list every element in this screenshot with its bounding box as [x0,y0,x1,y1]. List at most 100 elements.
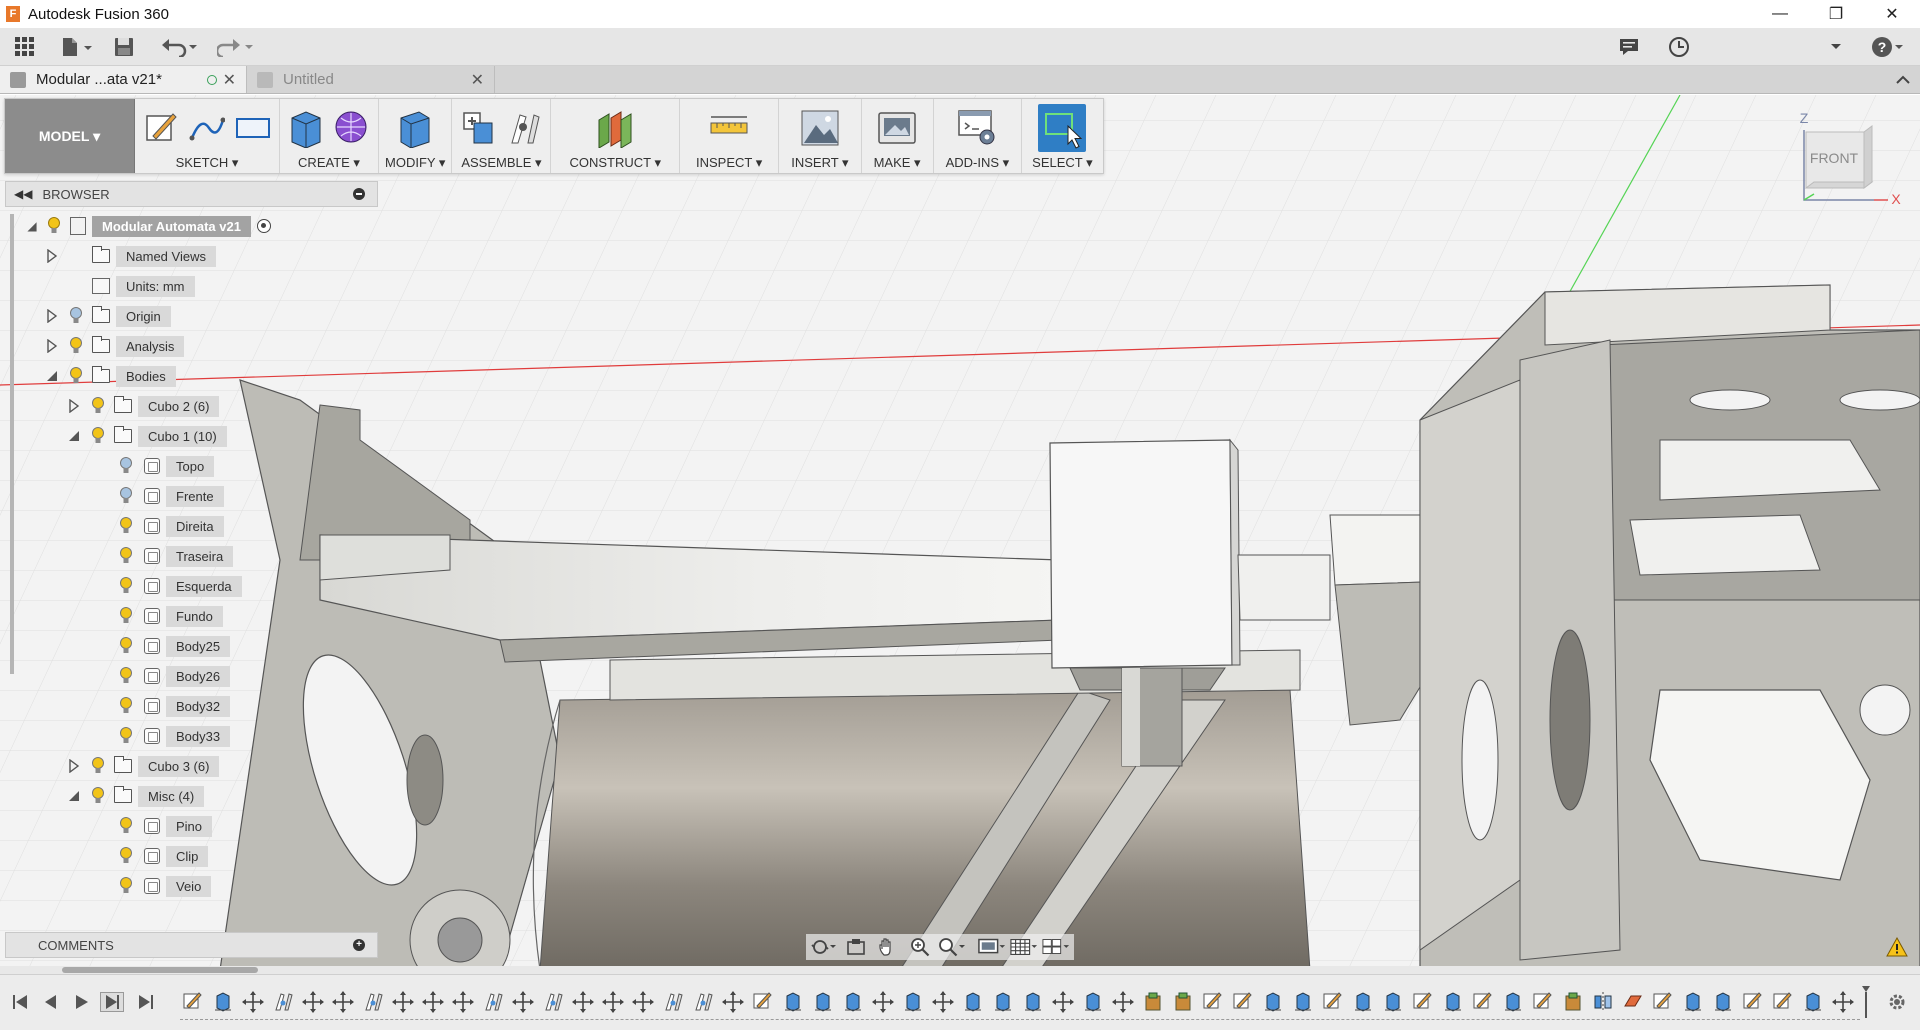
timeline-joint-icon[interactable] [660,990,686,1014]
timeline-move-icon[interactable] [570,990,596,1014]
timeline-move-icon[interactable] [600,990,626,1014]
redo-icon[interactable] [208,32,264,62]
timeline-move-icon[interactable] [630,990,656,1014]
visibility-bulb-icon[interactable] [118,607,134,625]
tree-item[interactable]: Body26 [94,664,231,688]
browser-panel-header[interactable]: ◀◀ BROWSER [5,181,378,207]
assemble-group[interactable]: ASSEMBLE ▾ [452,99,552,173]
restore-button[interactable]: ❐ [1808,0,1864,28]
minimize-browser-icon[interactable] [353,188,365,200]
select-group[interactable]: SELECT ▾ [1022,99,1102,173]
timeline-sketch-icon[interactable] [1530,990,1556,1014]
grid-snaps-icon[interactable] [1010,936,1038,958]
form-icon[interactable] [332,107,372,149]
expand-triangle-icon[interactable] [44,338,60,354]
add-comment-icon[interactable]: + [353,939,365,951]
tree-item[interactable]: Fundo [94,604,223,628]
timeline-move-icon[interactable] [330,990,356,1014]
timeline-extrude-icon[interactable] [1350,990,1376,1014]
tab-untitled[interactable]: Untitled ✕ [247,66,495,93]
tree-item[interactable]: Direita [94,514,224,538]
select-icon[interactable] [1038,104,1087,152]
canvas-viewport[interactable] [0,95,1920,970]
tree-item[interactable]: Topo [94,454,215,478]
timeline-component-icon[interactable] [1560,990,1586,1014]
tree-item[interactable]: Bodies [44,364,176,388]
tree-item[interactable]: Named Views [44,244,216,268]
timeline-extrude-icon[interactable] [1080,990,1106,1014]
visibility-bulb-icon[interactable] [118,667,134,685]
tree-item[interactable]: Cubo 1 (10) [66,424,227,448]
expand-triangle-icon[interactable] [66,758,82,774]
timeline-joint-icon[interactable] [540,990,566,1014]
tree-item[interactable]: Cubo 2 (6) [66,394,220,418]
timeline-sketch-icon[interactable] [1770,990,1796,1014]
visibility-bulb-icon[interactable] [118,517,134,535]
file-menu-icon[interactable] [48,32,104,62]
collapse-triangle-icon[interactable]: ◢ [24,218,40,234]
timeline-move-icon[interactable] [240,990,266,1014]
tree-item[interactable]: Clip [94,844,209,868]
timeline-sketch-icon[interactable] [180,990,206,1014]
pan-hand-icon[interactable] [874,936,902,958]
fit-zoom-icon[interactable] [938,936,966,958]
add-ins-group[interactable]: ADD-INS ▾ [934,99,1023,173]
workspace-switcher[interactable]: MODEL ▾ [5,99,135,173]
expand-triangle-icon[interactable] [44,248,60,264]
visibility-bulb-icon[interactable] [118,547,134,565]
comments-panel-header[interactable]: COMMENTS + [5,932,378,958]
create-group[interactable]: CREATE ▾ [280,99,379,173]
timeline-marker[interactable] [1862,986,1870,1018]
job-status-clock-icon[interactable] [1664,32,1694,62]
visibility-bulb-icon[interactable] [118,457,134,475]
timeline-sketch-icon[interactable] [750,990,776,1014]
zoom-icon[interactable] [906,936,934,958]
tree-item[interactable]: Misc (4) [66,784,205,808]
spline-icon[interactable] [187,107,227,149]
timeline-move-icon[interactable] [720,990,746,1014]
timeline-sketch-icon[interactable] [1410,990,1436,1014]
visibility-bulb-icon[interactable] [118,877,134,895]
tree-item[interactable]: Analysis [44,334,185,358]
timeline-move-icon[interactable] [390,990,416,1014]
timeline-move-icon[interactable] [930,990,956,1014]
tree-item[interactable]: Esquerda [94,574,242,598]
timeline-move-icon[interactable] [1110,990,1136,1014]
collapse-triangle-icon[interactable] [66,428,82,444]
timeline-sketch-icon[interactable] [1740,990,1766,1014]
visibility-bulb-icon[interactable] [46,217,62,235]
visibility-bulb-icon[interactable] [68,307,84,325]
tree-item[interactable]: Veio [94,874,212,898]
tree-item[interactable]: Cubo 3 (6) [66,754,220,778]
browser-horizontal-scrollbar[interactable] [0,966,1920,974]
visibility-bulb-icon[interactable] [90,397,106,415]
collapse-browser-icon[interactable]: ◀◀ [14,187,32,201]
play-icon[interactable] [70,992,94,1012]
help-icon[interactable]: ? [1868,32,1908,62]
visibility-bulb-icon[interactable] [118,727,134,745]
joint-icon[interactable] [504,107,544,149]
tree-item[interactable]: Pino [94,814,213,838]
warning-icon[interactable] [1886,936,1908,960]
scroll-thumb[interactable] [62,967,258,973]
timeline-sketch-icon[interactable] [1650,990,1676,1014]
step-forward-icon[interactable] [100,992,124,1012]
measure-icon[interactable] [709,107,749,149]
construct-group[interactable]: CONSTRUCT ▾ [551,99,680,173]
timeline-move-icon[interactable] [1830,990,1856,1014]
timeline-joint-icon[interactable] [690,990,716,1014]
timeline-mirror-icon[interactable] [1590,990,1616,1014]
timeline-joint-icon[interactable] [360,990,386,1014]
timeline-extrude-icon[interactable] [1380,990,1406,1014]
timeline-move-icon[interactable] [450,990,476,1014]
timeline-move-icon[interactable] [420,990,446,1014]
undo-icon[interactable] [152,32,208,62]
insert-group[interactable]: INSERT ▾ [779,99,862,173]
display-settings-icon[interactable] [978,936,1006,958]
save-icon[interactable] [104,32,144,62]
user-menu-chevron-icon[interactable] [1826,32,1846,62]
timeline-extrude-icon[interactable] [1440,990,1466,1014]
timeline-move-icon[interactable] [300,990,326,1014]
visibility-bulb-icon[interactable] [118,637,134,655]
close-tab-icon[interactable]: ✕ [223,70,236,90]
